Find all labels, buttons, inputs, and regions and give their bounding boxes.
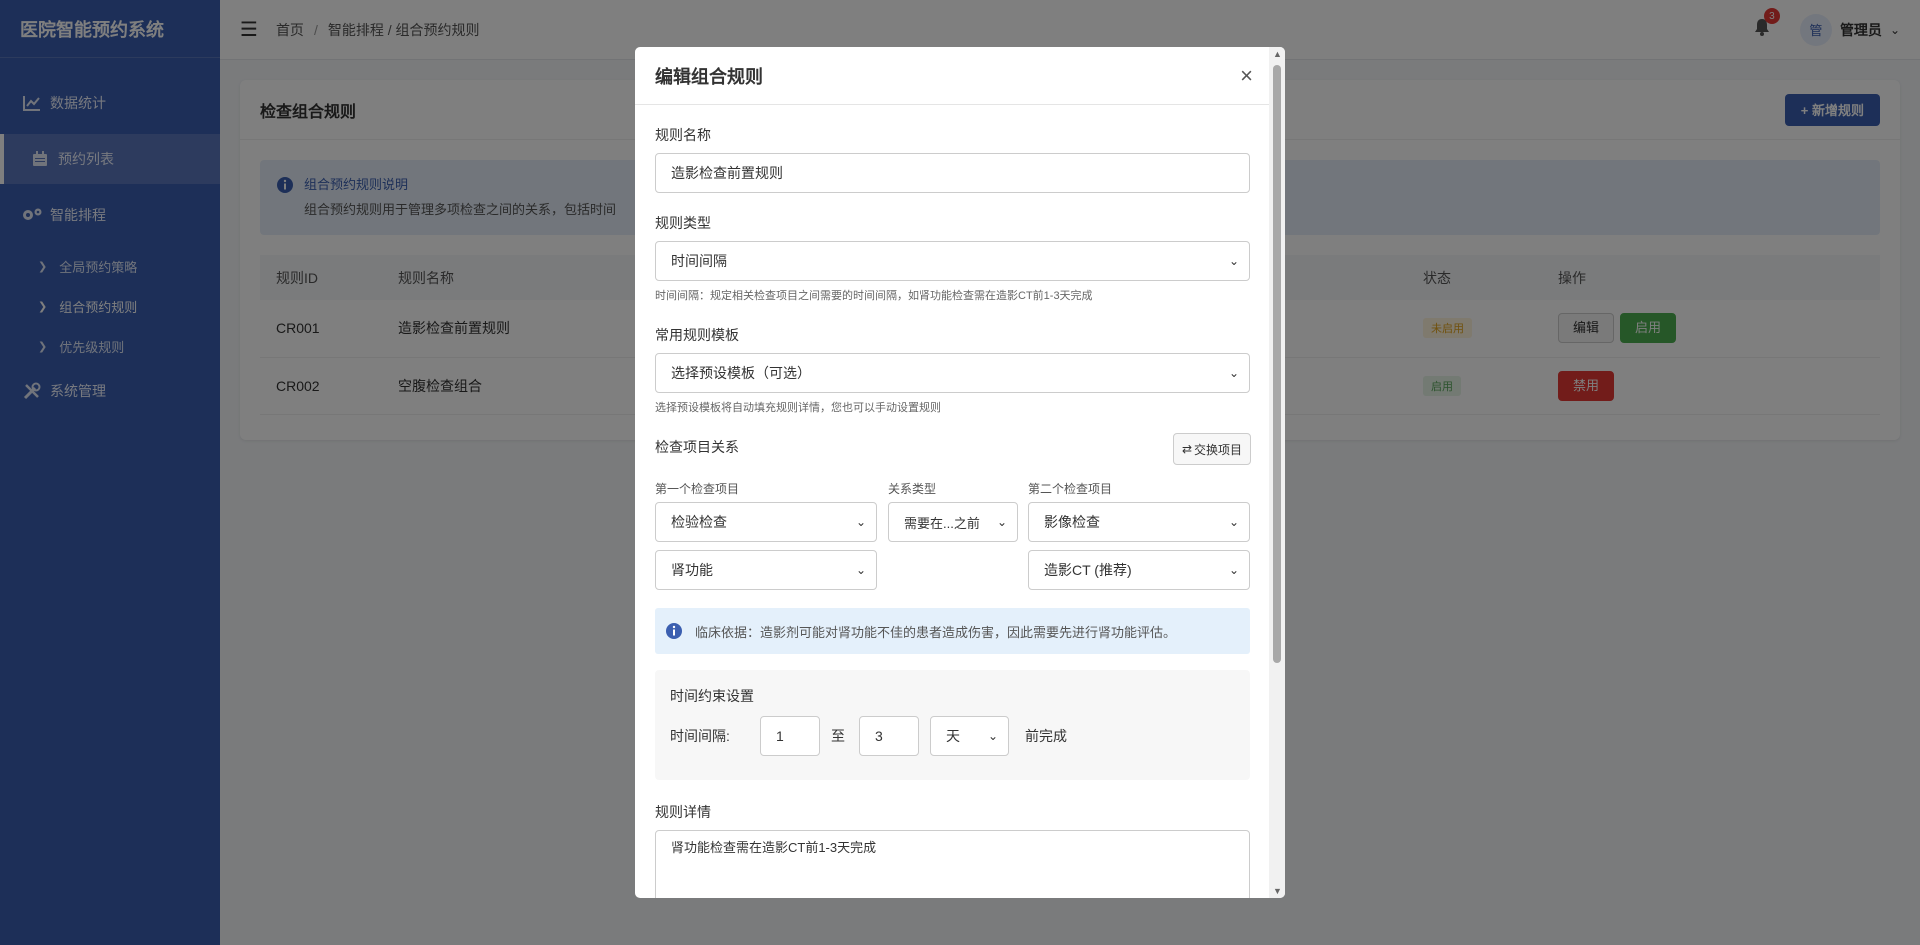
first-category-value: 检验检查: [671, 514, 727, 530]
rule-name-label: 规则名称: [655, 127, 711, 143]
relation-type-label: 关系类型: [888, 482, 937, 496]
scroll-up-icon[interactable]: ▲: [1273, 49, 1282, 59]
rule-detail-label: 规则详情: [655, 804, 711, 820]
time-to-label: 至: [831, 728, 845, 744]
first-item-select[interactable]: 肾功能 ⌄: [655, 550, 877, 590]
rule-name-input[interactable]: 造影检查前置规则: [655, 153, 1250, 193]
second-category-value: 影像检查: [1044, 514, 1100, 530]
template-select[interactable]: 选择预设模板（可选） ⌄: [655, 353, 1250, 393]
swap-label: 交换项目: [1194, 442, 1243, 457]
first-item-label: 第一个检查项目: [655, 482, 740, 496]
modal-body: 规则名称 造影检查前置规则 规则类型 时间间隔 ⌄ 时间间隔：规定相关检查项目之…: [635, 105, 1269, 898]
chevron-down-icon: ⌄: [987, 729, 998, 743]
template-value: 选择预设模板（可选）: [671, 365, 811, 381]
time-unit-value: 天: [946, 728, 960, 744]
rule-detail-textarea[interactable]: 肾功能检查需在造影CT前1-3天完成: [655, 830, 1250, 898]
rule-type-hint: 时间间隔：规定相关检查项目之间需要的时间间隔，如肾功能检查需在造影CT前1-3天…: [655, 290, 1093, 302]
second-category-select[interactable]: 影像检查 ⌄: [1028, 502, 1250, 542]
clinical-note: 临床依据：造影剂可能对肾功能不佳的患者造成伤害，因此需要先进行肾功能评估。: [655, 608, 1250, 654]
modal-header: 编辑组合规则 ×: [635, 47, 1285, 105]
edit-rule-modal: 编辑组合规则 × 规则名称 造影检查前置规则 规则类型 时间间隔 ⌄ 时间间隔：…: [635, 47, 1285, 898]
time-constraint-box: 时间约束设置 时间间隔: 1 至 3 天 ⌄ 前完成: [655, 670, 1250, 780]
modal-title: 编辑组合规则: [655, 66, 763, 87]
chevron-down-icon: ⌄: [1228, 366, 1239, 380]
info-icon: [665, 622, 683, 643]
second-item-label: 第二个检查项目: [1028, 482, 1113, 496]
chevron-down-icon: ⌄: [1228, 254, 1239, 268]
scrollbar-thumb[interactable]: [1273, 65, 1281, 663]
first-category-select[interactable]: 检验检查 ⌄: [655, 502, 877, 542]
template-hint: 选择预设模板将自动填充规则详情，您也可以手动设置规则: [655, 402, 941, 414]
rule-type-select[interactable]: 时间间隔 ⌄: [655, 241, 1250, 281]
time-constraint-title: 时间约束设置: [670, 688, 754, 704]
swap-items-button[interactable]: ⇄ 交换项目: [1173, 433, 1251, 465]
time-to-input[interactable]: 3: [859, 716, 919, 756]
rule-type-value: 时间间隔: [671, 253, 727, 269]
template-label: 常用规则模板: [655, 327, 739, 343]
chevron-down-icon: ⌄: [855, 563, 866, 577]
time-unit-select[interactable]: 天 ⌄: [930, 716, 1009, 756]
rule-type-label: 规则类型: [655, 215, 711, 231]
chevron-down-icon: ⌄: [996, 515, 1007, 529]
relation-type-value: 需要在...之前: [904, 515, 980, 531]
relation-label: 检查项目关系: [655, 439, 739, 455]
chevron-down-icon: ⌄: [1228, 563, 1239, 577]
close-icon[interactable]: ×: [1240, 63, 1253, 89]
time-interval-label: 时间间隔:: [670, 728, 730, 744]
chevron-down-icon: ⌄: [855, 515, 866, 529]
scroll-down-icon[interactable]: ▼: [1273, 886, 1282, 896]
swap-icon: ⇄: [1181, 442, 1193, 456]
modal-scrollbar[interactable]: ▲ ▼: [1269, 47, 1285, 898]
chevron-down-icon: ⌄: [1228, 515, 1239, 529]
relation-type-select[interactable]: 需要在...之前 ⌄: [888, 502, 1018, 542]
time-from-input[interactable]: 1: [760, 716, 820, 756]
second-item-value: 造影CT (推荐): [1044, 562, 1132, 578]
second-item-select[interactable]: 造影CT (推荐) ⌄: [1028, 550, 1250, 590]
first-item-value: 肾功能: [671, 562, 713, 578]
clinical-text: 临床依据：造影剂可能对肾功能不佳的患者造成伤害，因此需要先进行肾功能评估。: [695, 624, 1177, 640]
time-suffix: 前完成: [1025, 728, 1067, 744]
